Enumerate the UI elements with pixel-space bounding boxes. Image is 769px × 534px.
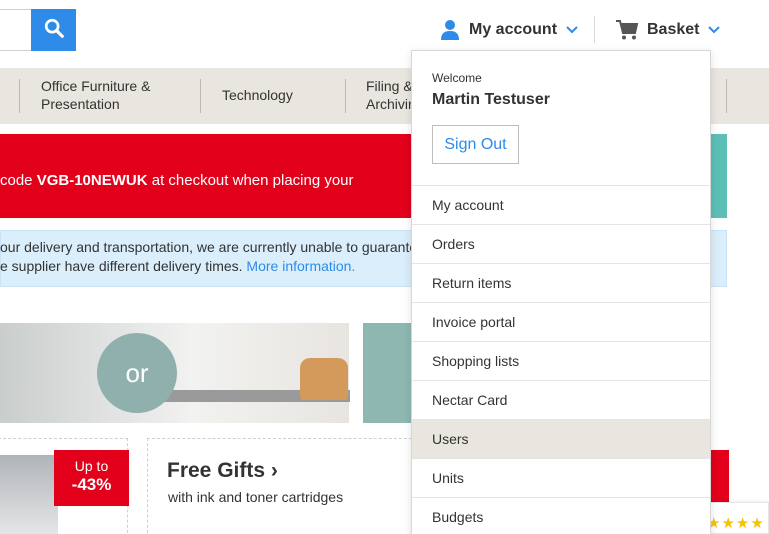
nav-item-technology[interactable]: Technology: [222, 86, 293, 104]
welcome-label: Welcome: [432, 71, 482, 85]
promo-text: code VGB-10NEWUK at checkout when placin…: [0, 172, 354, 189]
my-account-menu[interactable]: My account: [440, 16, 578, 44]
promo-badge-edge: [711, 450, 729, 506]
free-gifts-subtitle: with ink and toner cartridges: [168, 489, 344, 505]
or-badge: or: [97, 333, 177, 413]
more-information-link[interactable]: More information.: [246, 258, 355, 274]
nav-item-label: Filing &: [366, 78, 413, 94]
menu-item-units[interactable]: Units: [412, 458, 710, 497]
menu-item-budgets[interactable]: Budgets: [412, 497, 710, 534]
nav-separator: [345, 79, 346, 113]
headset-hero-image[interactable]: [363, 323, 411, 423]
star-icon: ★★★★: [707, 515, 765, 532]
discount-badge-value: -43%: [71, 475, 112, 494]
menu-item-shopping-lists[interactable]: Shopping lists: [412, 341, 710, 380]
menu-item-nectar-card[interactable]: Nectar Card: [412, 380, 710, 419]
header-divider: [594, 16, 595, 43]
nav-separator: [726, 79, 727, 113]
sign-out-button[interactable]: Sign Out: [432, 125, 519, 164]
free-gifts-card[interactable]: [147, 438, 417, 534]
nav-item-filing[interactable]: Filing & Archivin: [366, 77, 416, 113]
search-input[interactable]: [0, 9, 32, 51]
user-name: Martin Testuser: [432, 91, 550, 108]
delivery-notice-line: our delivery and transportation, we are …: [0, 239, 425, 255]
menu-item-return-items[interactable]: Return items: [412, 263, 710, 302]
delivery-notice-line: e supplier have different delivery times…: [0, 258, 356, 274]
search-icon: [43, 17, 65, 44]
menu-item-users[interactable]: Users: [412, 419, 710, 458]
promo-code: VGB-10NEWUK: [36, 172, 148, 189]
discount-badge-top: Up to: [74, 458, 109, 474]
nav-item-office-furniture[interactable]: Office Furniture & Presentation: [41, 77, 150, 113]
printer-image: [0, 455, 58, 534]
menu-item-my-account[interactable]: My account: [412, 185, 710, 224]
person-icon: [440, 19, 460, 41]
search-button[interactable]: [31, 9, 76, 51]
menu-item-orders[interactable]: Orders: [412, 224, 710, 263]
chevron-down-icon: [708, 26, 721, 34]
chair-graphic: [300, 358, 348, 400]
nav-item-label: Archivin: [366, 96, 416, 112]
menu-item-invoice-portal[interactable]: Invoice portal: [412, 302, 710, 341]
nav-item-label: Office Furniture &: [41, 78, 151, 94]
nav-separator: [200, 79, 201, 113]
nav-separator: [19, 79, 20, 113]
cart-icon: [615, 19, 639, 41]
nav-item-label: Technology: [222, 87, 293, 103]
discount-badge: Up to -43%: [54, 450, 129, 506]
basket-menu[interactable]: Basket: [615, 16, 721, 44]
free-gifts-title[interactable]: Free Gifts ›: [167, 459, 278, 483]
my-account-label: My account: [469, 21, 558, 38]
basket-label: Basket: [647, 21, 700, 38]
chevron-down-icon: [566, 26, 578, 34]
nav-item-label: Presentation: [41, 96, 120, 112]
